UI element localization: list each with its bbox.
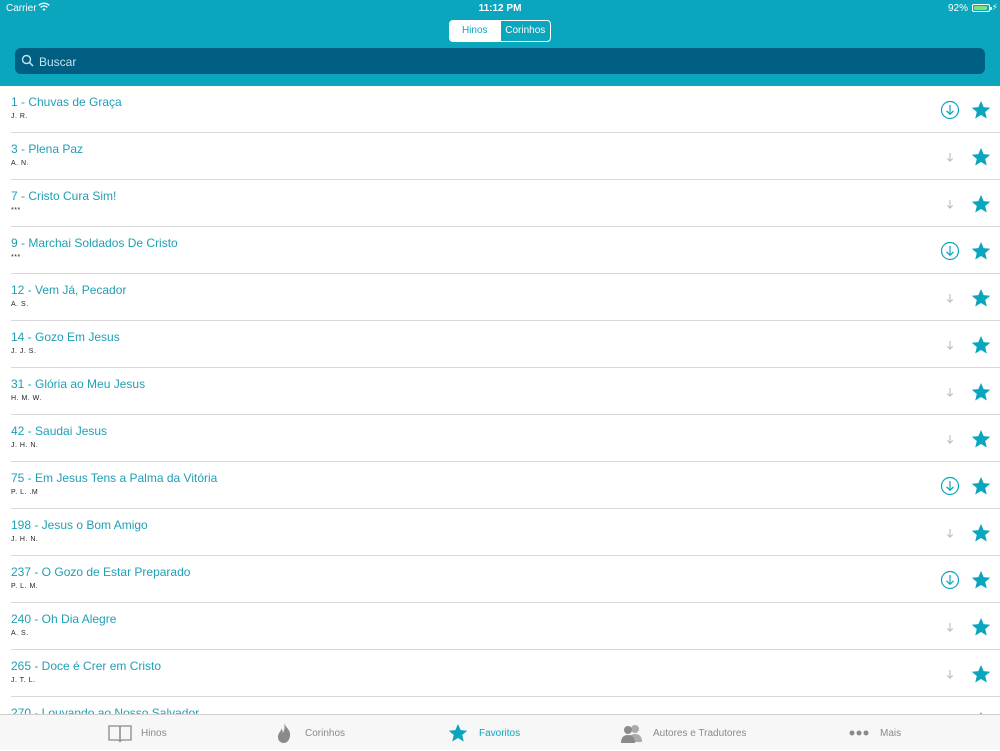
hymn-row[interactable]: 198 - Jesus o Bom Amigo J. H. N.	[0, 509, 1000, 556]
hymn-author: J. R.	[11, 113, 28, 120]
segmented-control: Hinos Corinhos	[449, 20, 551, 42]
book-icon	[107, 722, 133, 744]
favorite-star-icon[interactable]	[970, 381, 992, 403]
tab-label: Corinhos	[305, 727, 346, 739]
more-icon	[846, 722, 872, 744]
hymn-author: J. H. N.	[11, 442, 39, 449]
favorite-star-icon[interactable]	[970, 99, 992, 121]
hymn-title: 265 - Doce é Crer em Cristo	[11, 659, 162, 673]
favorite-star-icon[interactable]	[970, 240, 992, 262]
hymn-list[interactable]: 1 - Chuvas de Graça J. R. 3 - Plena Paz A. …	[0, 86, 1000, 714]
flame-icon	[271, 722, 297, 744]
download-circle-icon[interactable]	[939, 569, 961, 591]
people-icon	[619, 722, 645, 744]
hymn-row[interactable]: 237 - O Gozo de Estar Preparado P. L. M.	[0, 556, 1000, 603]
segment-corinhos[interactable]: Corinhos	[499, 21, 551, 41]
favorite-star-icon[interactable]	[970, 428, 992, 450]
hymn-row[interactable]: 9 - Marchai Soldados De Cristo ***	[0, 227, 1000, 274]
favorite-star-icon[interactable]	[970, 616, 992, 638]
download-circle-icon[interactable]	[939, 475, 961, 497]
download-circle-icon[interactable]	[939, 99, 961, 121]
favorite-star-icon[interactable]	[970, 193, 992, 215]
download-arrow-icon[interactable]	[939, 428, 961, 450]
hymn-row[interactable]: 42 - Saudai Jesus J. H. N.	[0, 415, 1000, 462]
hymn-row[interactable]: 270 - Louvando ao Nosso Salvador	[0, 697, 1000, 714]
tab-mais[interactable]: Mais	[846, 715, 901, 751]
hymn-title: 270 - Louvando ao Nosso Salvador	[11, 706, 200, 714]
download-arrow-icon[interactable]	[939, 616, 961, 638]
favorite-star-icon[interactable]	[970, 475, 992, 497]
hymn-row[interactable]: 7 - Cristo Cura Sim! ***	[0, 180, 1000, 227]
hymn-title: 42 - Saudai Jesus	[11, 424, 108, 438]
hymn-author: A. N.	[11, 160, 30, 167]
hymn-row[interactable]: 31 - Glória ao Meu Jesus H. M. W.	[0, 368, 1000, 415]
hymn-author: H. M. W.	[11, 395, 42, 402]
tab-favoritos[interactable]: Favoritos	[445, 715, 520, 751]
search-input[interactable]	[37, 48, 971, 76]
segment-hinos[interactable]: Hinos	[450, 21, 500, 41]
star-icon	[445, 722, 471, 744]
download-arrow-icon[interactable]	[939, 663, 961, 685]
battery-icon	[972, 4, 992, 12]
tab-bar: Hinos Corinhos Favoritos Autores e Tradutor…	[0, 714, 1000, 750]
hymn-author: J. J. S.	[11, 348, 37, 355]
search-icon	[21, 54, 34, 72]
download-arrow-icon[interactable]	[939, 381, 961, 403]
hymn-title: 7 - Cristo Cura Sim!	[11, 189, 117, 203]
hymn-author: ***	[11, 207, 21, 214]
hymn-row[interactable]: 3 - Plena Paz A. N.	[0, 133, 1000, 180]
tab-hinos[interactable]: Hinos	[107, 715, 167, 751]
favorite-star-icon[interactable]	[970, 334, 992, 356]
hymn-row[interactable]: 75 - Em Jesus Tens a Palma da Vitória P. …	[0, 462, 1000, 509]
tab-corinhos[interactable]: Corinhos	[271, 715, 345, 751]
hymn-row[interactable]: 14 - Gozo Em Jesus J. J. S.	[0, 321, 1000, 368]
favorite-star-icon[interactable]	[970, 522, 992, 544]
hymn-row[interactable]: 265 - Doce é Crer em Cristo J. T. L.	[0, 650, 1000, 697]
download-arrow-icon[interactable]	[939, 146, 961, 168]
hymn-title: 3 - Plena Paz	[11, 142, 84, 156]
hymn-title: 9 - Marchai Soldados De Cristo	[11, 236, 178, 250]
favorite-star-icon[interactable]	[970, 287, 992, 309]
hymn-title: 31 - Glória ao Meu Jesus	[11, 377, 146, 391]
status-bar: Carrier 11:12 PM 92% ⚡	[0, 0, 1000, 18]
download-arrow-icon[interactable]	[939, 287, 961, 309]
favorite-star-icon[interactable]	[970, 146, 992, 168]
nav-header: Carrier 11:12 PM 92% ⚡ Hinos Corinhos	[0, 0, 1000, 86]
download-arrow-icon[interactable]	[939, 334, 961, 356]
tab-label: Mais	[880, 727, 902, 739]
hymn-title: 240 - Oh Dia Alegre	[11, 612, 117, 626]
hymn-author: A. S.	[11, 630, 29, 637]
clock: 11:12 PM	[478, 3, 522, 14]
tab-label: Autores e Tradutores	[653, 727, 747, 739]
hymn-author: P. L. M.	[11, 583, 39, 590]
hymn-author: P. L. .M	[11, 489, 39, 496]
hymn-author: J. H. N.	[11, 536, 39, 543]
hymn-title: 12 - Vem Já, Pecador	[11, 283, 127, 297]
battery-percent: 92%	[947, 3, 968, 14]
download-circle-icon[interactable]	[939, 240, 961, 262]
download-arrow-icon[interactable]	[939, 522, 961, 544]
hymn-row[interactable]: 240 - Oh Dia Alegre A. S.	[0, 603, 1000, 650]
favorite-star-icon[interactable]	[970, 663, 992, 685]
hymn-author: A. S.	[11, 301, 29, 308]
hymn-title: 1 - Chuvas de Graça	[11, 95, 122, 109]
hymn-row[interactable]: 1 - Chuvas de Graça J. R.	[0, 86, 1000, 133]
download-arrow-icon[interactable]	[939, 193, 961, 215]
hymn-author: J. T. L.	[11, 677, 36, 684]
tab-autores-e-tradutores[interactable]: Autores e Tradutores	[619, 715, 746, 751]
favorite-star-icon[interactable]	[970, 569, 992, 591]
tab-label: Favoritos	[479, 727, 521, 739]
hymn-row[interactable]: 12 - Vem Já, Pecador A. S.	[0, 274, 1000, 321]
hymn-title: 14 - Gozo Em Jesus	[11, 330, 120, 344]
hymn-title: 198 - Jesus o Bom Amigo	[11, 518, 148, 532]
hymn-title: 237 - O Gozo de Estar Preparado	[11, 565, 191, 579]
search-bar[interactable]	[15, 48, 985, 76]
hymn-author: ***	[11, 254, 21, 261]
tab-label: Hinos	[141, 727, 167, 739]
charging-icon: ⚡	[991, 2, 998, 12]
hymn-title: 75 - Em Jesus Tens a Palma da Vitória	[11, 471, 218, 485]
